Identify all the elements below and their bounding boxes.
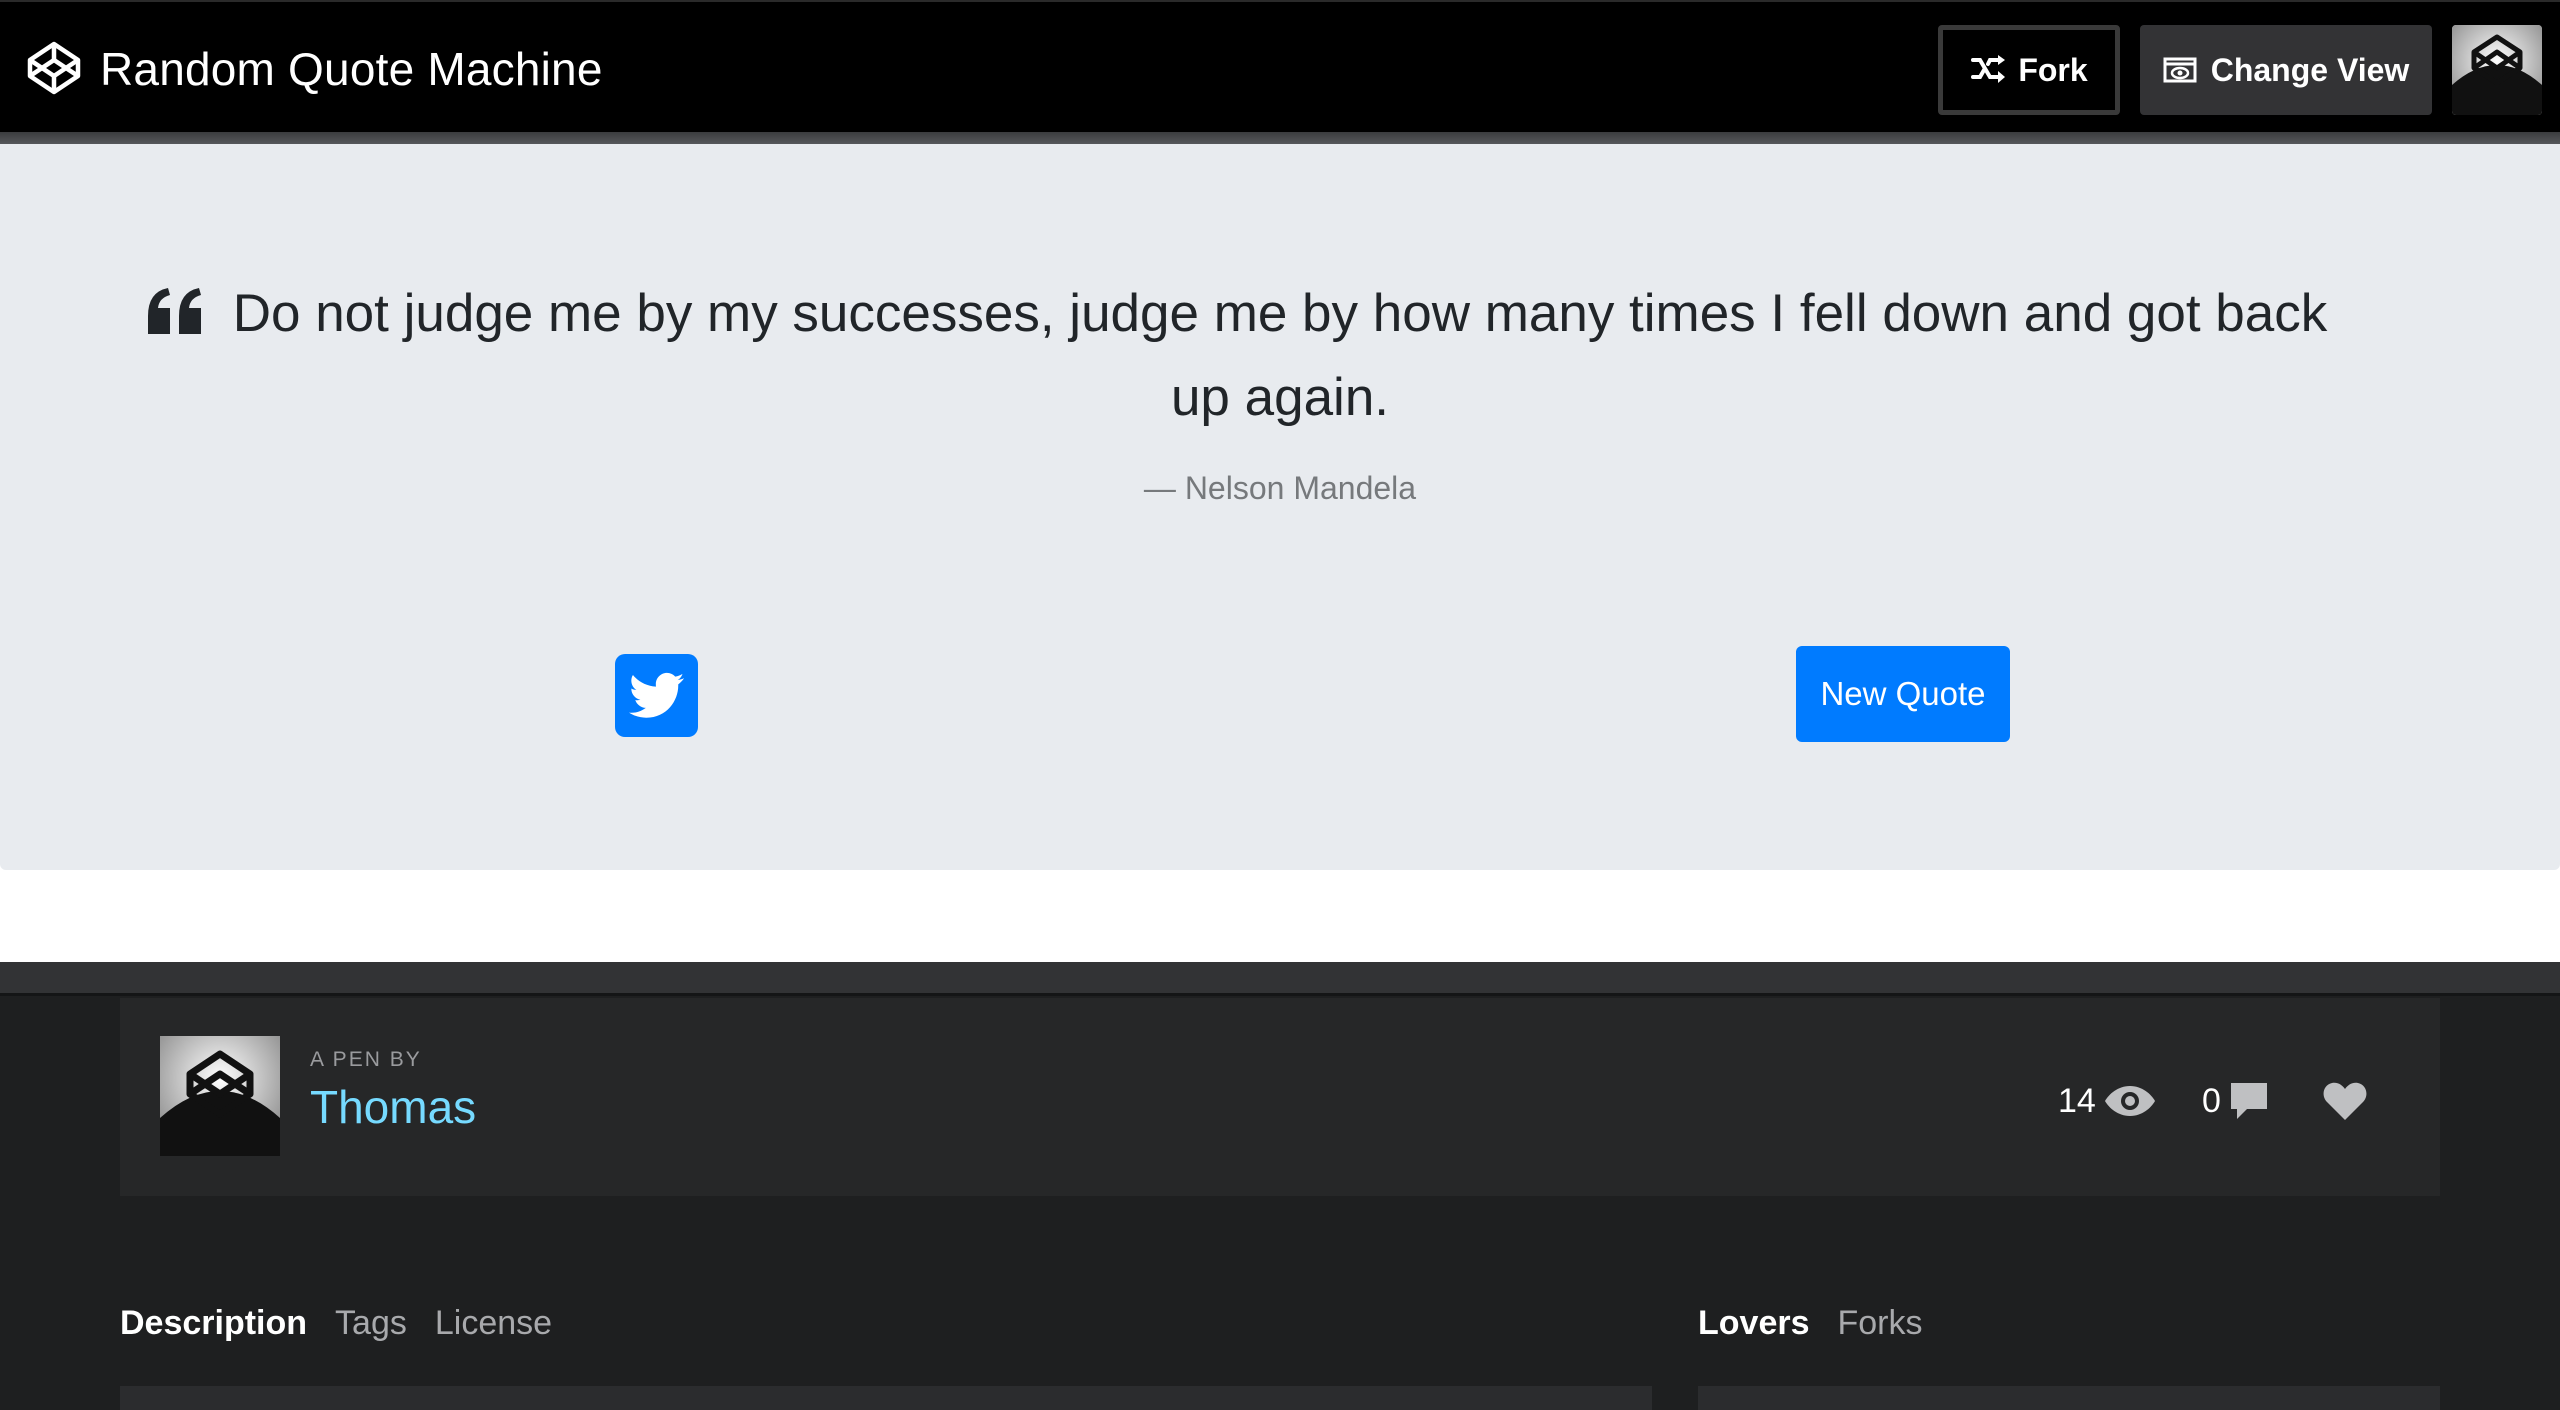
codepen-logo-icon[interactable] [26,40,82,96]
author-avatar[interactable] [160,1036,280,1156]
fork-label: Fork [2018,51,2088,88]
user-avatar[interactable] [2452,25,2542,115]
resize-divider[interactable] [0,962,2560,996]
quote-box [0,144,2560,870]
tab-description[interactable]: Description [120,1304,307,1343]
change-view-label: Change View [2210,51,2410,88]
views-count: 14 [2058,1081,2096,1120]
quote-author: — Nelson Mandela [1143,470,1417,506]
comments-count: 0 [2202,1081,2221,1120]
description-panel [120,1386,1652,1410]
new-quote-button[interactable]: New Quote [1796,646,2010,742]
fork-icon [1971,55,2006,83]
twitter-bird-icon [628,672,684,718]
heart-icon[interactable] [2322,1080,2368,1122]
fork-button[interactable]: Fork [1938,25,2120,115]
author-avatar-image [160,1036,280,1156]
eye-icon [2104,1086,2155,1116]
tab-lovers[interactable]: Lovers [1698,1304,1810,1343]
top-navbar: Random Quote Machine Fork Change View [0,0,2560,132]
tab-license[interactable]: License [435,1304,552,1343]
change-view-button[interactable]: Change View [2140,25,2432,115]
eye-box-icon [2163,57,2197,83]
quote-text: Do not judge me by my successes, judge m… [232,284,2328,427]
pen-social-tabs: Lovers Forks [1698,1304,1923,1343]
pen-title: Random Quote Machine [100,43,603,95]
pen-info-tabs: Description Tags License [120,1304,552,1343]
tweet-quote-button[interactable] [615,654,698,737]
tab-tags[interactable]: Tags [335,1304,407,1343]
avatar-image [2452,25,2542,115]
comment-icon [2230,1083,2267,1119]
views-stat: 14 [2058,1078,2156,1124]
comments-stat[interactable]: 0 [2202,1078,2269,1124]
lovers-panel [1698,1386,2440,1410]
quote-left-icon [148,288,201,334]
pen-by-label: A PEN BY [310,1048,422,1071]
author-name-link[interactable]: Thomas [310,1080,476,1134]
header-shadow [0,132,2560,144]
tab-forks[interactable]: Forks [1838,1304,1923,1343]
